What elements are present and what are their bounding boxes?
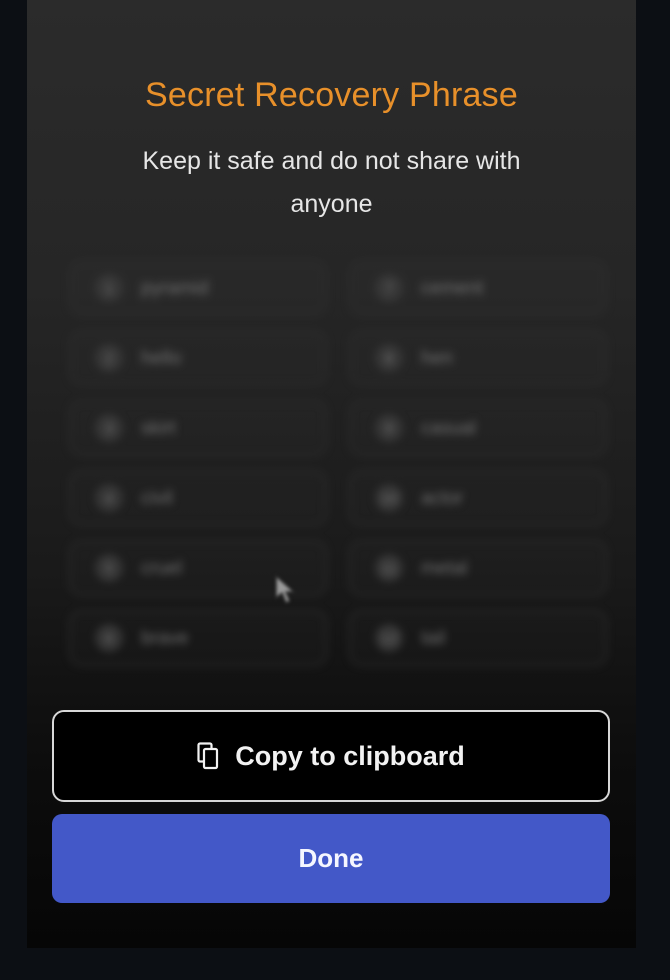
phrase-word-4: 4 civil [69,470,327,526]
word-index: 5 [95,554,123,582]
word-index: 3 [95,414,123,442]
word-text: civil [141,488,173,509]
word-index: 6 [95,624,123,652]
phrase-word-11: 11 metal [349,540,607,596]
word-index: 4 [95,484,123,512]
word-text: skirt [141,418,176,439]
phrase-word-7: 7 cement [349,260,607,316]
phrase-word-12: 12 tail [349,610,607,666]
word-text: actor [421,488,464,509]
modal-subtitle: Keep it safe and do not share with anyon… [142,147,521,218]
word-index: 10 [375,484,403,512]
phrase-word-3: 3 skirt [69,400,327,456]
word-text: metal [421,558,468,579]
phrase-word-6: 6 brave [69,610,327,666]
word-text: cruel [141,558,183,579]
phrase-word-2: 2 hello [69,330,327,386]
word-text: hello [141,348,182,369]
copy-icon [197,742,219,770]
copy-to-clipboard-button[interactable]: Copy to clipboard [52,710,610,802]
word-index: 9 [375,414,403,442]
word-index: 1 [95,274,123,302]
word-index: 12 [375,624,403,652]
modal-title: Secret Recovery Phrase [145,76,518,114]
word-index: 7 [375,274,403,302]
word-text: pyramid [141,278,209,299]
recovery-phrase-modal: Secret Recovery Phrase Keep it safe and … [27,0,636,948]
phrase-word-9: 9 casual [349,400,607,456]
word-text: cement [421,278,484,299]
word-index: 8 [375,344,403,372]
word-text: casual [421,418,476,439]
word-text: tail [421,628,446,649]
phrase-word-10: 10 actor [349,470,607,526]
word-text: hen [421,348,453,369]
done-button[interactable]: Done [52,814,610,903]
word-index: 2 [95,344,123,372]
word-index: 11 [375,554,403,582]
phrase-word-8: 8 hen [349,330,607,386]
phrase-word-1: 1 pyramid [69,260,327,316]
word-text: brave [141,628,189,649]
copy-button-label: Copy to clipboard [235,740,465,771]
mouse-cursor-icon [274,574,296,611]
phrase-grid: 1 pyramid 2 hello 3 skirt 4 civil 5 crue… [54,255,609,685]
